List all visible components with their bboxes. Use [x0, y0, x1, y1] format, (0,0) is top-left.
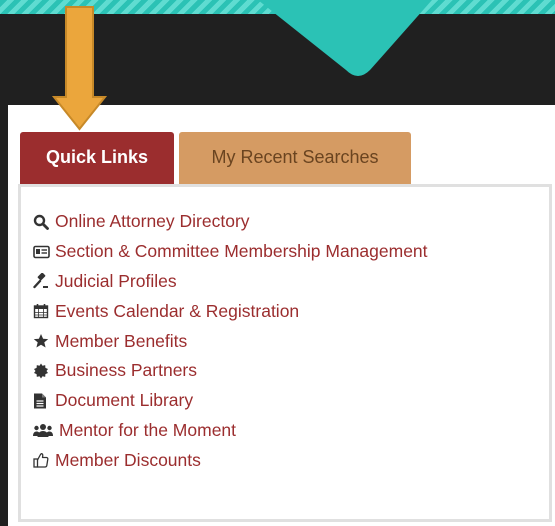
link-label: Member Discounts [55, 449, 201, 470]
link-section-committee-membership[interactable]: Section & Committee Membership Managemen… [33, 237, 428, 267]
link-label: Events Calendar & Registration [55, 300, 300, 321]
calendar-icon [33, 302, 53, 320]
users-icon [33, 421, 57, 439]
link-label: Judicial Profiles [55, 270, 177, 291]
tab-my-recent-searches[interactable]: My Recent Searches [179, 132, 411, 184]
link-label: Section & Committee Membership Managemen… [55, 241, 428, 262]
id-card-icon [33, 243, 53, 261]
link-member-benefits[interactable]: Member Benefits [33, 326, 428, 356]
certificate-icon [33, 362, 53, 380]
link-member-discounts[interactable]: Member Discounts [33, 445, 428, 475]
link-label: Business Partners [55, 360, 198, 381]
link-online-attorney-directory[interactable]: Online Attorney Directory [33, 207, 428, 237]
link-business-partners[interactable]: Business Partners [33, 356, 428, 386]
gavel-icon [33, 272, 53, 290]
tab-quick-links[interactable]: Quick Links [20, 132, 174, 184]
pointer-arrow-icon [51, 6, 108, 131]
link-label: Document Library [55, 390, 194, 411]
quick-links-panel: Quick Links My Recent Searches Online At… [8, 105, 555, 526]
link-document-library[interactable]: Document Library [33, 386, 428, 416]
file-text-icon [33, 392, 53, 410]
quick-links-list: Online Attorney Directory Section & Comm… [33, 207, 428, 475]
star-icon [33, 332, 53, 350]
link-label: Mentor for the Moment [59, 419, 237, 440]
tab-content: Online Attorney Directory Section & Comm… [18, 184, 552, 522]
link-mentor-for-the-moment[interactable]: Mentor for the Moment [33, 416, 428, 446]
search-icon [33, 213, 53, 231]
link-label: Member Benefits [55, 330, 188, 351]
thumbs-up-icon [33, 451, 53, 469]
link-judicial-profiles[interactable]: Judicial Profiles [33, 267, 428, 297]
link-label: Online Attorney Directory [55, 211, 250, 232]
link-events-calendar-registration[interactable]: Events Calendar & Registration [33, 296, 428, 326]
